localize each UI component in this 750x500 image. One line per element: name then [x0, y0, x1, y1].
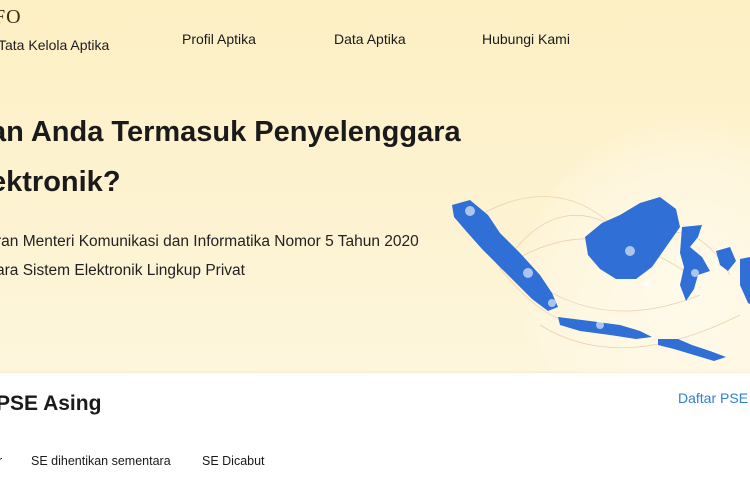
sulawesi-island	[680, 225, 710, 301]
nusa-tenggara-island	[658, 339, 726, 361]
section-title: PSE Asing	[0, 392, 102, 415]
tab-se-dihentikan-sementara[interactable]: SE dihentikan sementara	[31, 454, 171, 468]
nav-profil-aptika[interactable]: Profil Aptika	[182, 31, 256, 47]
java-island	[558, 317, 652, 339]
nav-hubungi-kami[interactable]: Hubungi Kami	[482, 31, 570, 47]
hero-banner: FO Tata Kelola Aptika Profil Aptika Data…	[0, 0, 750, 373]
site-logo-subtitle[interactable]: Tata Kelola Aptika	[0, 37, 109, 53]
sumatra-island	[452, 200, 558, 311]
indonesia-map-icon	[452, 196, 750, 361]
papua-island	[740, 257, 750, 304]
kalimantan-island	[585, 197, 680, 279]
hero-headline-line2: ektronik?	[0, 166, 121, 198]
hero-subline-line1: ran Menteri Komunikasi dan Informatika N…	[0, 233, 419, 250]
content-area	[0, 373, 750, 500]
maluku-island	[716, 247, 736, 271]
nav-data-aptika[interactable]: Data Aptika	[334, 31, 406, 47]
hero-subline-line2: ara Sistem Elektronik Lingkup Privat	[0, 262, 245, 279]
hero-headline-line1: an Anda Termasuk Penyelenggara	[0, 116, 461, 148]
tab-se-dicabut[interactable]: SE Dicabut	[202, 454, 265, 468]
site-logo[interactable]: FO	[0, 6, 22, 29]
island-shapes	[452, 197, 750, 361]
tab-terdaftar[interactable]: r	[0, 454, 2, 468]
daftar-pse-link[interactable]: Daftar PSE	[678, 390, 748, 406]
